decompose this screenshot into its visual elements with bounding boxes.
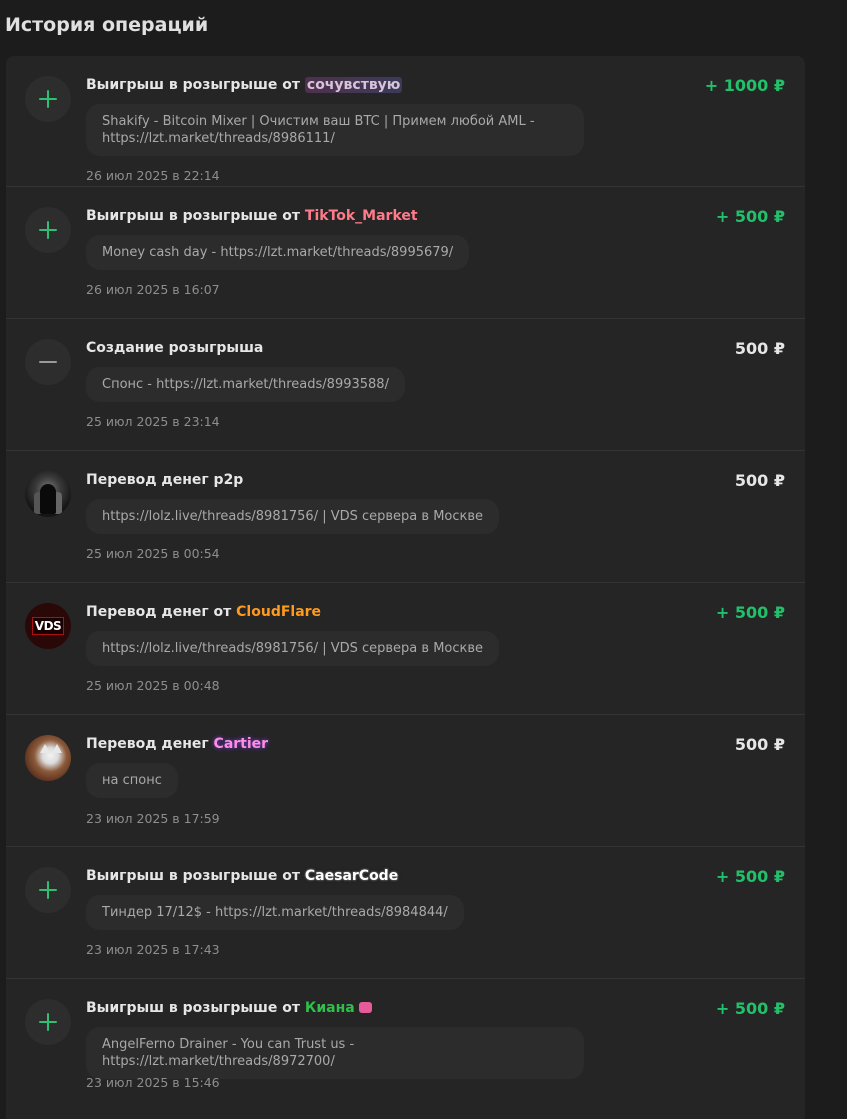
- operation-item: VDS Перевод денег от CloudFlare https://…: [6, 583, 805, 715]
- operation-title-text: Выигрыш в розыгрыше от: [86, 1000, 301, 1016]
- operation-title-text: Выигрыш в розыгрыше от: [86, 77, 301, 93]
- operation-comment: на спонс: [86, 763, 178, 798]
- operations-list: Выигрыш в розыгрыше от сочувствую Shakif…: [6, 56, 805, 1119]
- operation-comment: https://lolz.live/threads/8981756/ | VDS…: [86, 631, 500, 666]
- operation-comment: Money cash day - https://lzt.market/thre…: [86, 235, 470, 270]
- operation-amount: + 500 ₽: [715, 603, 785, 622]
- operation-title: Выигрыш в розыгрыше от Киана: [86, 1000, 372, 1016]
- operation-item: Выигрыш в розыгрыше от сочувствую Shakif…: [6, 56, 805, 187]
- operation-item: Выигрыш в розыгрыше от TikTok_Market Mon…: [6, 187, 805, 319]
- operation-title: Создание розыгрыша: [86, 340, 263, 356]
- operation-amount: 500 ₽: [734, 471, 785, 490]
- plus-icon: [25, 207, 71, 253]
- operation-item: Создание розыгрыша Спонс - https://lzt.m…: [6, 319, 805, 451]
- operation-title: Перевод денег p2p: [86, 472, 243, 488]
- operation-comment: AngelFerno Drainer - You can Trust us - …: [86, 1027, 584, 1079]
- operation-item: Выигрыш в розыгрыше от CaesarCode Тиндер…: [6, 847, 805, 979]
- operation-date: 25 июл 2025 в 23:14: [86, 414, 220, 429]
- user-link[interactable]: CaesarCode: [305, 868, 398, 884]
- operation-title-text: Выигрыш в розыгрыше от: [86, 208, 301, 224]
- operation-title-text: Перевод денег от: [86, 604, 232, 620]
- operation-comment: Shakify - Bitcoin Mixer | Очистим ваш BT…: [86, 104, 584, 156]
- user-link[interactable]: TikTok_Market: [305, 208, 418, 224]
- page-title: История операций: [5, 14, 209, 36]
- plus-icon: [25, 867, 71, 913]
- operation-title: Выигрыш в розыгрыше от CaesarCode: [86, 868, 398, 884]
- operation-amount: + 1000 ₽: [704, 76, 785, 95]
- operation-item: Перевод денег p2p https://lolz.live/thre…: [6, 451, 805, 583]
- operation-amount: 500 ₽: [734, 735, 785, 754]
- operation-title: Выигрыш в розыгрыше от сочувствую: [86, 77, 403, 93]
- operation-title-text: Перевод денег p2p: [86, 472, 244, 488]
- operation-amount: + 500 ₽: [715, 867, 785, 886]
- user-link[interactable]: сочувствую: [304, 77, 403, 93]
- operation-comment: https://lolz.live/threads/8981756/ | VDS…: [86, 499, 500, 534]
- user-link[interactable]: Cartier: [214, 736, 269, 752]
- operation-date: 23 июл 2025 в 17:43: [86, 942, 220, 957]
- operation-title-text: Перевод денег: [86, 736, 209, 752]
- operation-date: 25 июл 2025 в 00:48: [86, 678, 220, 693]
- operation-amount: + 500 ₽: [715, 207, 785, 226]
- operation-title: Выигрыш в розыгрыше от TikTok_Market: [86, 208, 418, 224]
- operation-comment: Тиндер 17/12$ - https://lzt.market/threa…: [86, 895, 464, 930]
- operation-date: 26 июл 2025 в 16:07: [86, 282, 220, 297]
- operation-date: 25 июл 2025 в 00:54: [86, 546, 220, 561]
- fist-emoji-icon: [358, 1002, 372, 1013]
- operation-title-text: Создание розыгрыша: [86, 340, 264, 356]
- operation-date: 23 июл 2025 в 17:59: [86, 811, 220, 826]
- operation-amount: + 500 ₽: [715, 999, 785, 1018]
- minus-icon: [25, 339, 71, 385]
- operation-title: Перевод денег Cartier: [86, 736, 268, 752]
- operation-date: 26 июл 2025 в 22:14: [86, 168, 220, 183]
- operation-item: Перевод денег Cartier на спонс 23 июл 20…: [6, 715, 805, 847]
- operation-comment: Спонс - https://lzt.market/threads/89935…: [86, 367, 405, 402]
- operation-title-text: Выигрыш в розыгрыше от: [86, 868, 301, 884]
- operation-title: Перевод денег от CloudFlare: [86, 604, 321, 620]
- operation-date: 23 июл 2025 в 15:46: [86, 1075, 220, 1090]
- avatar[interactable]: [25, 471, 71, 517]
- user-link[interactable]: Киана: [305, 1000, 355, 1016]
- avatar[interactable]: [25, 735, 71, 781]
- plus-icon: [25, 999, 71, 1045]
- user-link[interactable]: CloudFlare: [236, 604, 321, 620]
- operation-item: Выигрыш в розыгрыше от Киана AngelFerno …: [6, 979, 805, 1111]
- avatar[interactable]: VDS: [25, 603, 71, 649]
- avatar-logo-text: VDS: [31, 617, 65, 635]
- plus-icon: [25, 76, 71, 122]
- operation-amount: 500 ₽: [734, 339, 785, 358]
